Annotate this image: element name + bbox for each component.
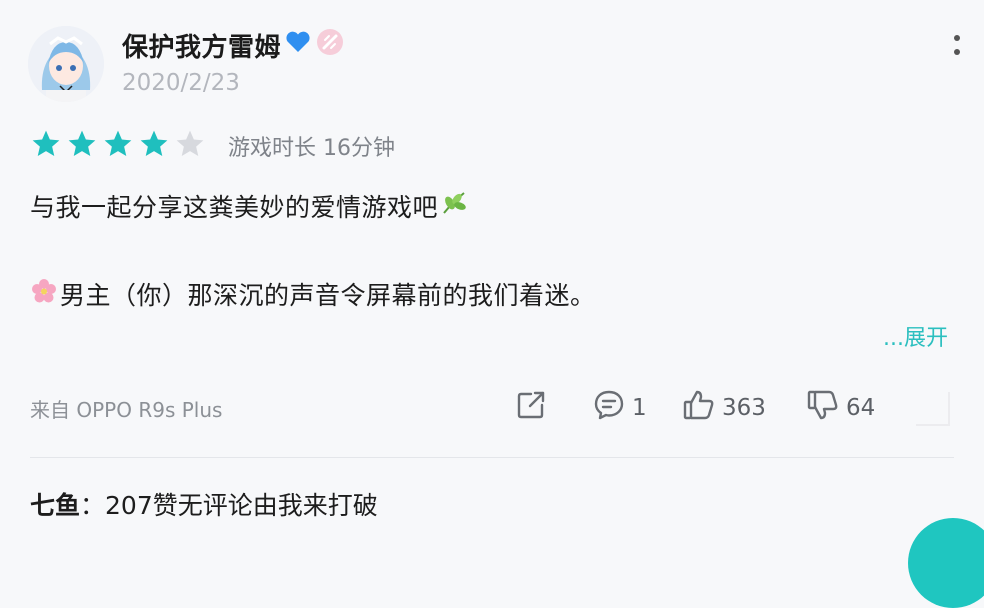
faint-divider-icon <box>916 392 950 426</box>
dislike-count: 64 <box>846 395 876 421</box>
divider <box>30 457 954 458</box>
review-line-1-text: 与我一起分享这粪美妙的爱情游戏吧 <box>30 193 439 222</box>
review-date: 2020/2/23 <box>122 70 240 96</box>
playtime: 游戏时长 16分钟 <box>228 136 395 161</box>
thumbs-up-icon <box>682 388 716 428</box>
herb-leaf-icon <box>440 189 468 223</box>
dislike-button[interactable]: 64 <box>806 388 875 428</box>
more-vertical-icon[interactable] <box>944 28 970 62</box>
like-count: 363 <box>722 395 766 421</box>
sparkle-badge-icon <box>315 27 345 64</box>
username-row: 保护我方雷姆 <box>122 27 345 64</box>
review-text-line-2: 男主（你）那深沉的声音令屏幕前的我们着迷。 <box>30 276 596 312</box>
cherry-blossom-icon <box>30 277 58 311</box>
reply-item[interactable]: 七鱼：207赞无评论由我来打破 <box>30 486 378 522</box>
review-text-line-1: 与我一起分享这粪美妙的爱情游戏吧 <box>30 188 468 224</box>
reply-separator: ： <box>80 491 106 520</box>
reply-author[interactable]: 七鱼 <box>30 491 80 520</box>
star-icon <box>32 130 60 156</box>
review-line-2-text: 男主（你）那深沉的声音令屏幕前的我们着迷。 <box>60 281 596 310</box>
avatar[interactable] <box>28 26 104 102</box>
floating-action-button[interactable] <box>908 518 984 608</box>
thumbs-down-icon <box>806 388 840 428</box>
comment-button[interactable]: 1 <box>592 388 647 428</box>
reply-text: 207赞无评论由我来打破 <box>105 491 378 520</box>
share-icon <box>514 388 548 428</box>
username[interactable]: 保护我方雷姆 <box>122 27 281 64</box>
like-button[interactable]: 363 <box>682 388 766 428</box>
star-icon <box>104 130 132 156</box>
star-icon <box>140 130 168 156</box>
comment-count: 1 <box>632 395 647 421</box>
star-empty-icon <box>176 130 204 156</box>
blue-heart-icon <box>285 30 311 61</box>
expand-link[interactable]: ...展开 <box>883 320 948 352</box>
star-icon <box>68 130 96 156</box>
share-button[interactable] <box>514 388 548 428</box>
device-source: 来自 OPPO R9s Plus <box>30 398 223 422</box>
comment-icon <box>592 388 626 428</box>
rating-stars <box>30 128 206 160</box>
